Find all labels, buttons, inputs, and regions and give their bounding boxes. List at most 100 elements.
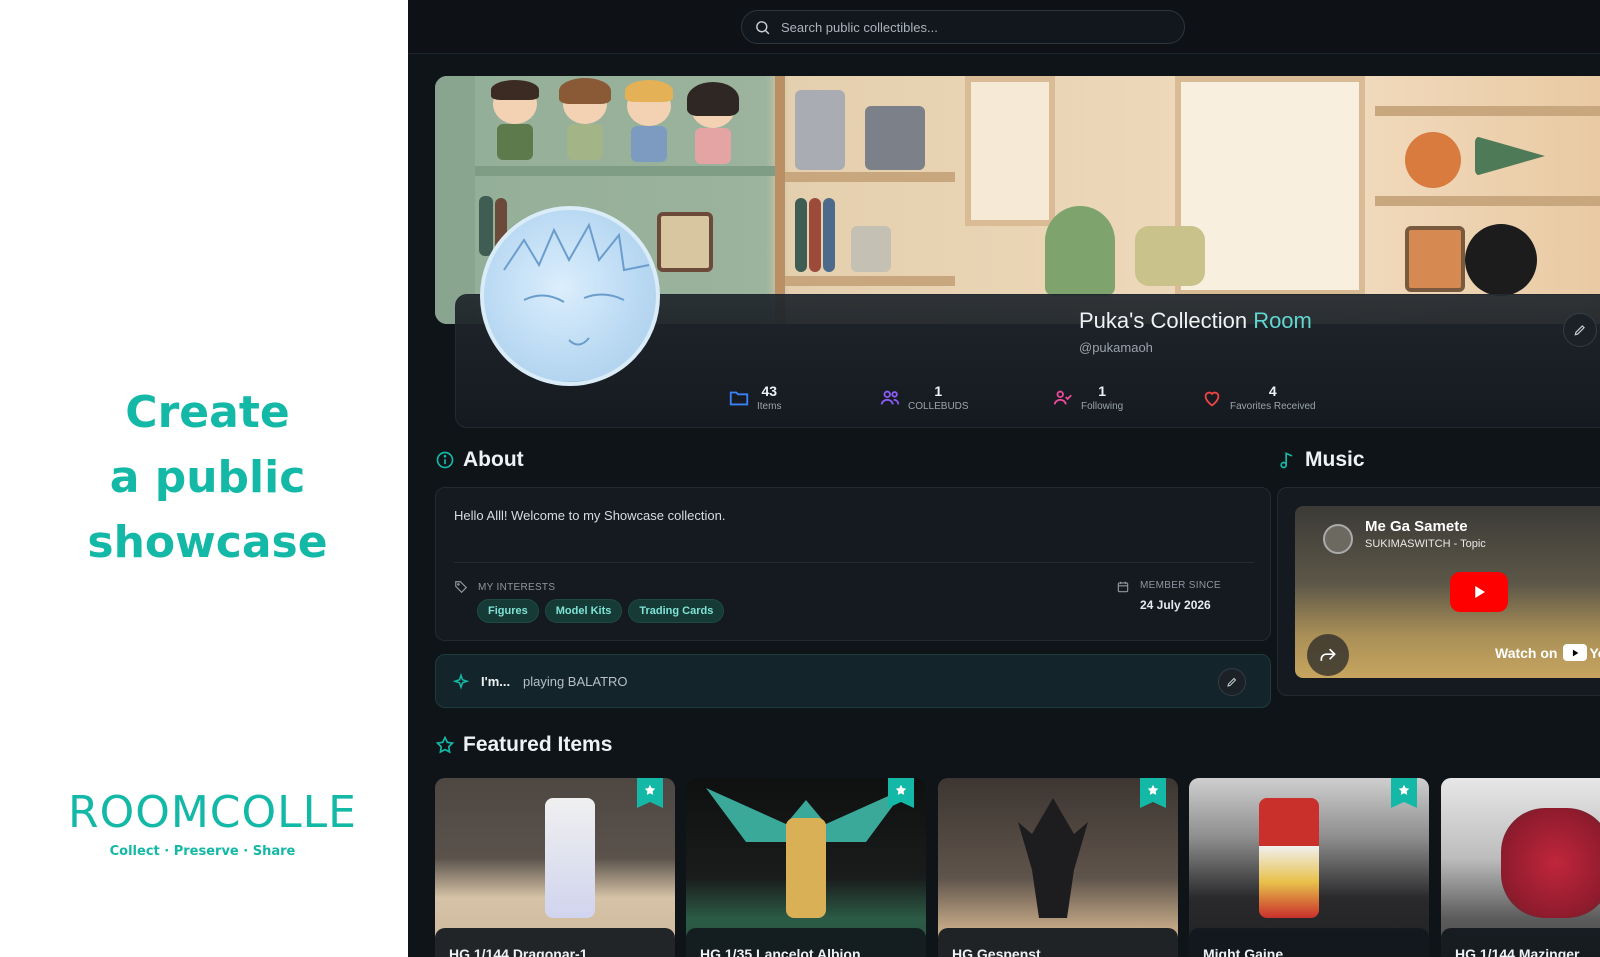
avatar-sketch [503,222,650,382]
stat-value: 1 [934,383,943,399]
castle-model [865,106,925,170]
play-icon [1475,586,1485,598]
edit-profile-button[interactable] [1563,313,1597,347]
search-input[interactable] [781,19,1161,35]
stat-collebuds[interactable]: 1 COLLEBUDS [879,383,969,412]
profile-name: Puka's Collection Room [1079,308,1312,334]
picture-frame [1405,226,1465,292]
star-icon [895,784,907,795]
divider [454,562,1254,563]
about-card: Hello Alll! Welcome to my Showcase colle… [435,487,1271,641]
tag-icon [455,581,468,594]
profile-name-accent: Room [1253,308,1312,333]
item-caption: HG Gespenst [938,928,1178,957]
item-name: HG 1/144 Dragonar-1 [449,946,588,957]
profile-handle: @pukamaoh [1079,340,1153,355]
book [479,196,493,256]
brand-logo: ROOMCOLLE [68,787,357,838]
youtube-embed[interactable]: Me Ga Samete SUKIMASWITCH - Topic Watch … [1295,506,1600,678]
picture-frame [657,212,713,272]
featured-title: Featured Items [463,733,613,756]
app-window: Puka's Collection Room @pukamaoh 43 Item… [408,0,1600,957]
youtube-logo-icon [1563,644,1588,661]
book [795,198,807,272]
about-title: About [463,448,524,471]
interests-header: MY INTERESTS [454,580,555,594]
figure-hair [687,82,739,116]
figure-body [497,124,533,160]
headline-line-2: a public [109,452,306,503]
stat-label: Favorites Received [1230,401,1316,412]
share-icon [1320,648,1336,661]
interest-chip[interactable]: Trading Cards [628,599,725,623]
featured-item-card[interactable]: HG 1/35 Lancelot Albion [686,778,926,957]
watch-on-youtube[interactable]: Watch on Yo [1495,644,1600,661]
game-console [851,226,891,272]
basketball [1405,132,1461,188]
item-name: HG Gespenst [952,946,1041,957]
calendar-icon [1117,581,1129,593]
shelf [785,276,955,286]
member-since: MEMBER SINCE 24 July 2026 [1116,580,1221,612]
interest-chip[interactable]: Model Kits [544,599,623,623]
share-button[interactable] [1307,634,1349,676]
channel-avatar[interactable] [1323,524,1353,554]
stat-following[interactable]: 1 Following [1052,383,1123,412]
shelf-side [435,76,475,324]
star-icon [1398,784,1410,795]
pencil-icon [1574,325,1585,336]
figure-silhouette [1018,798,1088,918]
figure-silhouette [545,798,595,918]
edit-status-button[interactable] [1218,668,1246,696]
headline-line-3: showcase [87,517,328,568]
pennant [1475,136,1545,176]
figure-hair [491,80,539,100]
item-caption: Might Gaine [1189,928,1429,957]
featured-heading: Featured Items [435,733,612,757]
user-check-icon [1053,390,1072,405]
sparkle-icon [452,673,470,690]
interests-chips: Figures Model Kits Trading Cards [477,599,730,623]
interest-chip[interactable]: Figures [477,599,539,623]
video-channel[interactable]: SUKIMASWITCH - Topic [1365,538,1486,550]
featured-item-card[interactable]: Might Gaine [1189,778,1429,957]
status-card: I'm... playing BALATRO [435,654,1271,708]
headline-line-1: Create [125,387,290,438]
promo-panel: Create a public showcase ROOMCOLLE Colle… [0,0,408,957]
stat-favorites[interactable]: 4 Favorites Received [1201,383,1316,412]
music-note-icon [1280,452,1293,469]
users-icon [880,390,900,405]
vinyl-record [1465,224,1537,296]
status-text: playing BALATRO [523,674,628,689]
watch-on-text: Watch on [1495,644,1558,661]
profile-avatar[interactable] [480,206,660,386]
music-heading: Music [1277,448,1365,472]
about-heading: About [435,448,524,472]
shelf [1375,106,1600,116]
figure-silhouette [1501,808,1600,918]
search-box[interactable] [741,10,1185,44]
play-button[interactable] [1450,572,1508,612]
featured-item-card[interactable]: HG Gespenst [938,778,1178,957]
status-prefix: I'm... [481,674,511,689]
search-icon [756,20,770,34]
book [823,198,835,272]
item-name: HG 1/35 Lancelot Albion [700,946,861,957]
figure-hair [625,80,673,102]
stat-items[interactable]: 43 Items [728,383,781,412]
stat-value: 43 [761,383,778,399]
featured-item-card[interactable]: HG 1/144 Mazinger [1441,778,1600,957]
figure-body [567,124,603,160]
item-caption: HG 1/35 Lancelot Albion [686,928,926,957]
music-card: Me Ga Samete SUKIMASWITCH - Topic Watch … [1277,487,1600,696]
featured-item-card[interactable]: HG 1/144 Dragonar-1 [435,778,675,957]
member-since-label: MEMBER SINCE [1140,580,1221,591]
figure-silhouette [786,818,826,918]
item-caption: HG 1/144 Dragonar-1 [435,928,675,957]
robot-figure [795,90,845,170]
folder-icon [729,391,749,405]
star-icon [1147,784,1159,795]
video-title[interactable]: Me Ga Samete [1365,518,1468,535]
shelf [785,172,955,182]
figure-body [695,128,731,164]
